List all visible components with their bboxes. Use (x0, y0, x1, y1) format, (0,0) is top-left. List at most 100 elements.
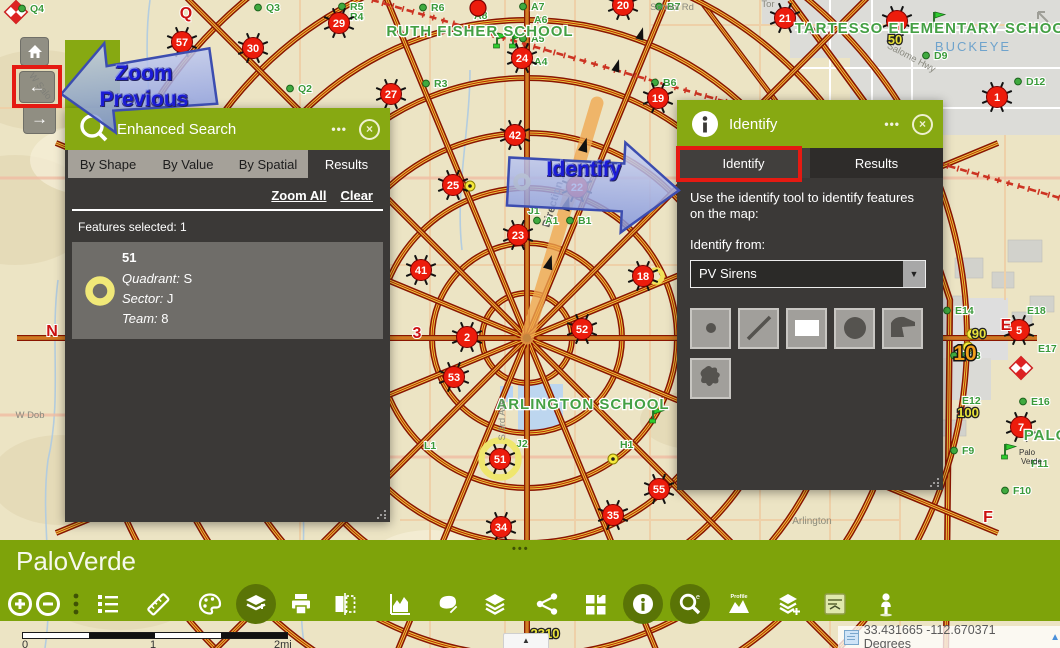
map-point-marker[interactable] (566, 216, 574, 225)
identify-by-freehand-button[interactable] (690, 357, 731, 399)
chart-button[interactable] (380, 584, 420, 624)
map-label: E (1001, 317, 1012, 334)
chevron-up-icon: ▲ (522, 636, 530, 645)
identify-by-point-button[interactable] (690, 307, 731, 349)
siren-result-icon (78, 250, 122, 331)
search-panel-menu-icon[interactable]: ••• (331, 122, 347, 136)
search-panel-close-icon[interactable]: × (359, 118, 380, 140)
next-extent-button[interactable]: → (23, 104, 56, 134)
widget-gallery-button[interactable] (575, 584, 615, 624)
clear-link[interactable]: Clear (340, 188, 373, 203)
measurement-icon (147, 593, 170, 616)
svg-text:25: 25 (447, 180, 459, 192)
tab-by-value[interactable]: By Value (148, 150, 228, 178)
map-point-marker[interactable] (1001, 486, 1009, 495)
draw-button[interactable] (190, 584, 230, 624)
zoom-in-icon (8, 592, 32, 616)
tab-by-spatial[interactable]: By Spatial (228, 150, 308, 178)
identify-by-rectangle-button[interactable] (786, 307, 827, 349)
legend-button[interactable] (88, 584, 128, 624)
coordinate-map-icon[interactable] (844, 629, 859, 645)
map-point-marker[interactable] (1014, 77, 1022, 86)
zoom-all-link[interactable]: Zoom All (271, 188, 326, 203)
svg-text:22: 22 (571, 182, 583, 194)
identify-from-label: Identify from: (690, 236, 766, 252)
map-point-marker[interactable] (286, 84, 294, 93)
map-point-marker[interactable] (419, 3, 427, 12)
print-button[interactable] (281, 584, 321, 624)
features-selected-label: Features selected: 1 (78, 220, 187, 234)
identify-panel-close-icon[interactable]: × (912, 113, 933, 135)
chevron-down-icon[interactable]: ▼ (903, 260, 925, 287)
tab-identify-results[interactable]: Results (810, 148, 943, 178)
tab-results[interactable]: Results (308, 150, 385, 178)
elevation-profile-button[interactable]: Profile (719, 584, 759, 624)
swipe-button[interactable] (325, 584, 365, 624)
app-window: Direction 210Q4Q3R5R4R6A8A7A6A5A4R3B7B6Q… (0, 0, 1060, 648)
toolbar-drag-handle[interactable]: ••• (512, 543, 530, 555)
add-layers-icon (779, 594, 800, 615)
edit-button[interactable] (428, 584, 468, 624)
map-point-marker[interactable] (943, 306, 951, 315)
map-label: BUCKEYE (935, 39, 1011, 54)
identify-panel: Identify ••• × Identify Results Use the … (677, 100, 943, 490)
map-point-marker[interactable] (519, 2, 527, 11)
map-label: RUTH FISHER SCHOOL (386, 23, 573, 40)
attribute-table-toggle[interactable]: ▲ (503, 633, 549, 648)
map-label: W Dob (15, 410, 44, 421)
map-point-marker[interactable] (18, 4, 26, 13)
expand-icon[interactable] (1034, 8, 1052, 26)
add-layers-button[interactable] (769, 584, 809, 624)
school-site-marker[interactable] (469, 0, 487, 17)
svg-text:57: 57 (176, 37, 188, 49)
share-button[interactable] (527, 584, 567, 624)
resize-handle[interactable] (930, 477, 940, 487)
field-label: Quadrant: (122, 271, 180, 286)
identify-header: Identify ••• × (677, 100, 943, 148)
layer-dropdown-value: PV Sirens (691, 260, 903, 287)
street-view-icon (880, 593, 892, 617)
svg-text:27: 27 (385, 89, 397, 101)
map-point-marker[interactable] (1019, 397, 1027, 406)
tab-identify[interactable]: Identify (677, 148, 810, 178)
map-point-marker[interactable] (422, 79, 430, 88)
map-point-label: Q2 (298, 83, 312, 95)
situation-awareness-button[interactable] (815, 584, 855, 624)
svg-text:29: 29 (333, 18, 345, 30)
map-point-marker[interactable] (533, 216, 541, 225)
identify-by-line-button[interactable] (738, 307, 779, 349)
zoom-out-icon (36, 592, 60, 616)
basemap-gallery-button[interactable] (236, 584, 276, 624)
measurement-button[interactable] (138, 584, 178, 624)
result-list-item[interactable]: 51 Quadrant: S Sector: J Team: 8 (72, 242, 383, 339)
coordinate-caret-icon[interactable]: ▲ (1050, 632, 1060, 643)
tab-by-shape[interactable]: By Shape (68, 150, 148, 178)
elevation-profile-icon: Profile (729, 594, 749, 613)
back-arrow-icon: ← (28, 77, 46, 96)
home-button[interactable] (20, 37, 49, 66)
map-point-marker[interactable] (254, 3, 262, 12)
identify-by-polygon-button[interactable] (882, 307, 923, 349)
map-point-label: E14 (955, 305, 974, 317)
street-view-button[interactable] (866, 584, 906, 624)
layer-list-button[interactable] (475, 584, 515, 624)
map-point-marker[interactable] (950, 446, 958, 455)
identify-by-circle-button[interactable] (834, 307, 875, 349)
map-point-label: E17 (1038, 343, 1057, 355)
map-label: Arlington (792, 516, 831, 527)
search-tab-bar: By Shape By Value By Spatial Results (65, 150, 390, 178)
identify-widget-button[interactable] (623, 584, 663, 624)
previous-extent-button[interactable]: ← (19, 71, 55, 103)
resize-handle[interactable] (377, 509, 387, 519)
svg-text:5: 5 (1016, 325, 1022, 337)
identify-panel-menu-icon[interactable]: ••• (884, 117, 900, 131)
circle-icon (843, 317, 866, 339)
search-results-body: Zoom All Clear Features selected: 1 51 Q… (65, 178, 390, 522)
enhanced-search-widget-button[interactable]: e (670, 584, 710, 624)
map-label: 3 (413, 325, 422, 342)
situation-awareness-icon (824, 593, 846, 615)
identify-panel-title: Identify (729, 115, 778, 133)
field-value: J (166, 291, 174, 306)
basemap-gallery-icon (246, 595, 266, 611)
layer-dropdown[interactable]: PV Sirens ▼ (690, 259, 926, 288)
